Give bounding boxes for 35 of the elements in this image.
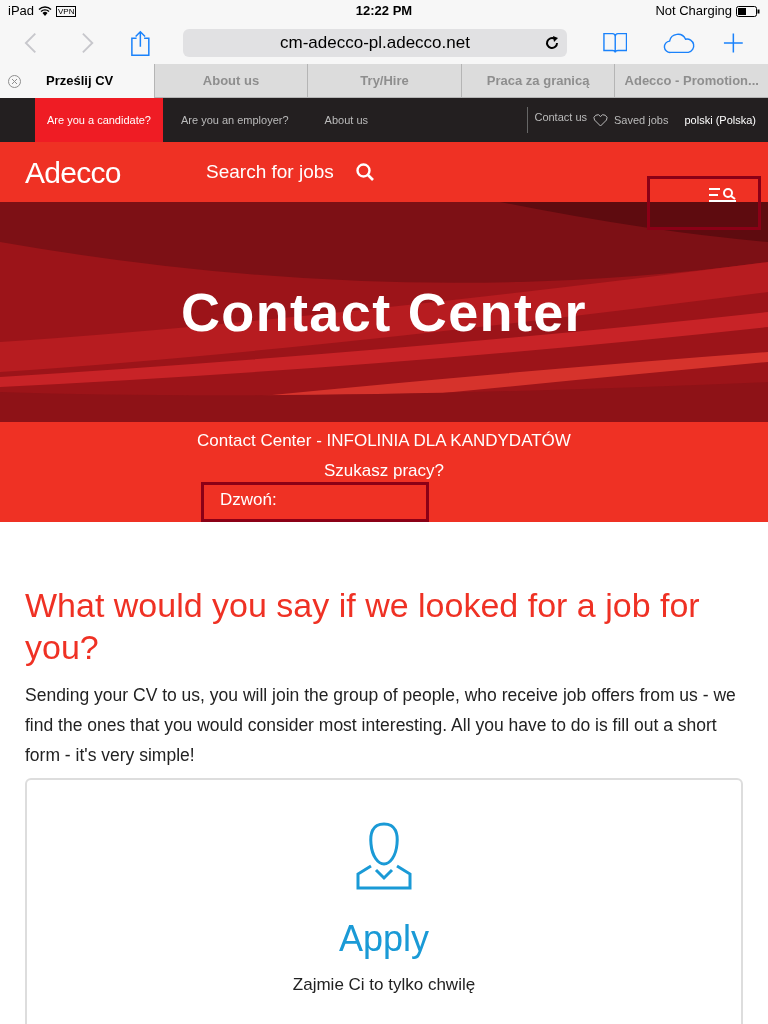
- apply-card[interactable]: Apply Zajmie Ci to tylko chwilę: [25, 778, 743, 1024]
- heart-icon[interactable]: [593, 113, 609, 127]
- person-icon: [354, 820, 414, 892]
- nav-link[interactable]: About us: [306, 98, 386, 142]
- search-icon[interactable]: [355, 163, 374, 181]
- info-line: Contact Center - INFOLINIA DLA KANDYDATÓW: [197, 430, 571, 452]
- share-icon[interactable]: [130, 29, 152, 57]
- search-link[interactable]: Search for jobs: [206, 157, 334, 187]
- card-subtitle: Zajmie Ci to tylko chwilę: [292, 974, 476, 996]
- nav-link[interactable]: Are you a candidate?: [35, 98, 163, 142]
- intro-paragraph: Sending your CV to us, you will join the group of people, who receive job offers from us - we find the ones that you would consider most interesting. All you have to do is fill out a short form - it's very simple!: [25, 684, 737, 767]
- close-icon[interactable]: [8, 74, 21, 88]
- card-title: Apply: [338, 917, 430, 961]
- battery-icon: [736, 5, 760, 17]
- menu-search-icon: [708, 187, 738, 205]
- device-name: iPad: [8, 2, 35, 21]
- cloud-icon[interactable]: [663, 32, 696, 54]
- address-bar[interactable]: cm-adecco-pl.adecco.net: [183, 29, 567, 57]
- battery-status: Not Charging: [655, 2, 732, 21]
- section-heading: What would you say if we looked for a job for you?: [25, 585, 701, 668]
- book-icon[interactable]: [602, 32, 628, 54]
- saved-jobs-link[interactable]: Saved jobs: [614, 111, 669, 129]
- clock: 12:22 PM: [355, 2, 413, 21]
- plus-icon[interactable]: [723, 32, 744, 54]
- wifi-icon: [38, 5, 53, 17]
- phone-label: Dzwoń:: [201, 482, 429, 522]
- reload-icon[interactable]: [544, 36, 559, 50]
- vpn-badge: VPN: [56, 5, 77, 17]
- language-selector[interactable]: polski (Polska): [684, 111, 756, 129]
- contact-link[interactable]: Contact us: [534, 108, 588, 126]
- nav-link[interactable]: Are you an employer?: [162, 98, 307, 142]
- menu-button[interactable]: [647, 176, 761, 230]
- logo[interactable]: Adecco: [25, 149, 206, 195]
- info-line: Szukasz pracy?: [324, 460, 444, 482]
- hero-title: Contact Center: [181, 280, 587, 344]
